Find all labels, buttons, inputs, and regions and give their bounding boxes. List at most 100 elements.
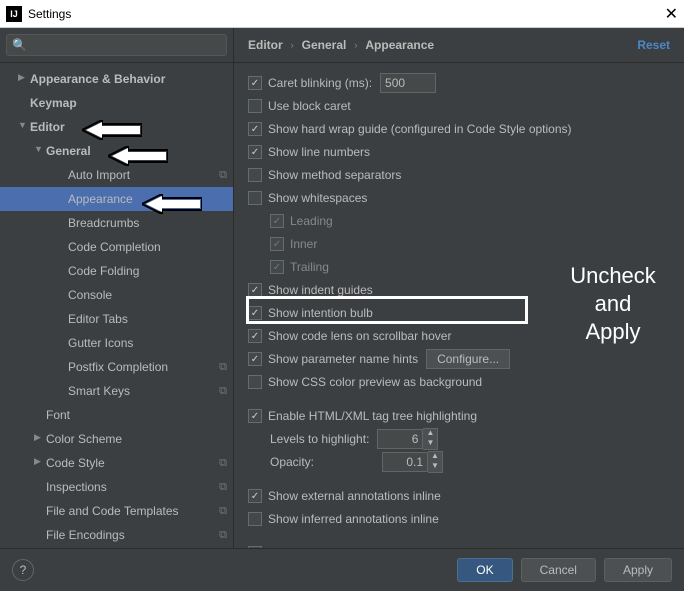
sidebar-item-label: File and Code Templates xyxy=(46,504,219,518)
parameter-hints-checkbox[interactable] xyxy=(248,352,262,366)
sidebar-item-label: Inspections xyxy=(46,480,219,494)
opacity-label: Opacity: xyxy=(270,455,314,469)
caret-blinking-input[interactable] xyxy=(380,73,436,93)
levels-down-icon[interactable]: ▼ xyxy=(423,439,437,449)
html-tag-tree-label: Enable HTML/XML tag tree highlighting xyxy=(268,409,477,423)
help-icon[interactable]: ? xyxy=(12,559,34,581)
sidebar-item-breadcrumbs[interactable]: Breadcrumbs xyxy=(0,211,233,235)
chevron-right-icon: › xyxy=(354,40,357,50)
inner-checkbox[interactable] xyxy=(270,237,284,251)
sidebar-item-label: Editor xyxy=(30,120,227,134)
indent-guides-label: Show indent guides xyxy=(268,283,373,297)
hard-wrap-checkbox[interactable] xyxy=(248,122,262,136)
code-lens-checkbox[interactable] xyxy=(248,329,262,343)
sidebar-item-label: Console xyxy=(68,288,227,302)
sidebar-item-postfix-completion[interactable]: Postfix Completion⧉ xyxy=(0,355,233,379)
sidebar-item-label: Font xyxy=(46,408,227,422)
sidebar-item-code-completion[interactable]: Code Completion xyxy=(0,235,233,259)
sidebar-item-general[interactable]: General xyxy=(0,139,233,163)
intention-bulb-label: Show intention bulb xyxy=(268,306,373,320)
sidebar-item-code-folding[interactable]: Code Folding xyxy=(0,259,233,283)
css-preview-checkbox[interactable] xyxy=(248,375,262,389)
sidebar-item-editor[interactable]: Editor xyxy=(0,115,233,139)
block-caret-label: Use block caret xyxy=(268,99,351,113)
tree-arrow-icon xyxy=(34,144,46,154)
search-icon: 🔍 xyxy=(12,38,27,52)
method-separators-checkbox[interactable] xyxy=(248,168,262,182)
sidebar-item-keymap[interactable]: Keymap xyxy=(0,91,233,115)
sidebar-item-label: Appearance xyxy=(68,192,227,206)
levels-input[interactable] xyxy=(377,429,423,449)
sidebar-item-label: Code Completion xyxy=(68,240,227,254)
configure-button[interactable]: Configure... xyxy=(426,349,510,369)
sidebar-item-file-encodings[interactable]: File Encodings⧉ xyxy=(0,523,233,547)
crumb-appearance[interactable]: Appearance xyxy=(365,38,434,52)
method-separators-label: Show method separators xyxy=(268,168,401,182)
content-panel: Editor › General › Appearance Reset Care… xyxy=(234,28,684,548)
caret-blinking-checkbox[interactable] xyxy=(248,76,262,90)
tree-arrow-icon xyxy=(18,120,30,130)
chain-call-label: Show chain call type hints xyxy=(268,546,406,548)
indent-guides-checkbox[interactable] xyxy=(248,283,262,297)
search-input[interactable] xyxy=(6,34,227,56)
intention-bulb-checkbox[interactable] xyxy=(248,306,262,320)
inferred-annotations-checkbox[interactable] xyxy=(248,512,262,526)
caret-blinking-label: Caret blinking (ms): xyxy=(268,76,372,90)
sidebar-item-auto-import[interactable]: Auto Import⧉ xyxy=(0,163,233,187)
sidebar-item-console[interactable]: Console xyxy=(0,283,233,307)
opacity-down-icon[interactable]: ▼ xyxy=(428,462,442,472)
apply-button[interactable]: Apply xyxy=(604,558,672,582)
sidebar-item-font[interactable]: Font xyxy=(0,403,233,427)
ok-button[interactable]: OK xyxy=(457,558,512,582)
sidebar-item-gutter-icons[interactable]: Gutter Icons xyxy=(0,331,233,355)
parameter-hints-label: Show parameter name hints xyxy=(268,352,418,366)
chain-call-checkbox[interactable] xyxy=(248,546,262,548)
reset-link[interactable]: Reset xyxy=(637,38,670,52)
leading-checkbox[interactable] xyxy=(270,214,284,228)
sidebar-item-label: Gutter Icons xyxy=(68,336,227,350)
sidebar-item-code-style[interactable]: Code Style⧉ xyxy=(0,451,233,475)
tree-arrow-icon xyxy=(34,456,46,467)
chevron-right-icon: › xyxy=(291,40,294,50)
sidebar-item-label: Smart Keys xyxy=(68,384,219,398)
sidebar-item-label: Keymap xyxy=(30,96,227,110)
sidebar-item-label: Postfix Completion xyxy=(68,360,219,374)
breadcrumb: Editor › General › Appearance Reset xyxy=(234,28,684,63)
leading-label: Leading xyxy=(290,214,333,228)
sidebar: 🔍 Appearance & Behavior Keymap Editor Gener… xyxy=(0,28,234,548)
project-scope-icon: ⧉ xyxy=(219,505,227,518)
tree-arrow-icon xyxy=(18,72,30,83)
project-scope-icon: ⧉ xyxy=(219,169,227,182)
project-scope-icon: ⧉ xyxy=(219,457,227,470)
html-tag-tree-checkbox[interactable] xyxy=(248,409,262,423)
crumb-general[interactable]: General xyxy=(302,38,347,52)
project-scope-icon: ⧉ xyxy=(219,529,227,542)
inner-label: Inner xyxy=(290,237,317,251)
sidebar-item-label: Breadcrumbs xyxy=(68,216,227,230)
crumb-editor[interactable]: Editor xyxy=(248,38,283,52)
close-icon[interactable]: ✕ xyxy=(665,4,678,24)
css-preview-label: Show CSS color preview as background xyxy=(268,375,482,389)
trailing-checkbox[interactable] xyxy=(270,260,284,274)
project-scope-icon: ⧉ xyxy=(219,481,227,494)
search-container: 🔍 xyxy=(0,28,233,63)
sidebar-item-appearance-behavior[interactable]: Appearance & Behavior xyxy=(0,67,233,91)
inferred-annotations-label: Show inferred annotations inline xyxy=(268,512,439,526)
project-scope-icon: ⧉ xyxy=(219,385,227,398)
sidebar-item-smart-keys[interactable]: Smart Keys⧉ xyxy=(0,379,233,403)
sidebar-item-color-scheme[interactable]: Color Scheme xyxy=(0,427,233,451)
cancel-button[interactable]: Cancel xyxy=(521,558,596,582)
sidebar-item-appearance[interactable]: Appearance xyxy=(0,187,233,211)
sidebar-item-label: Color Scheme xyxy=(46,432,227,446)
settings-tree: Appearance & Behavior Keymap Editor General… xyxy=(0,63,233,548)
sidebar-item-inspections[interactable]: Inspections⧉ xyxy=(0,475,233,499)
sidebar-item-file-and-code-templates[interactable]: File and Code Templates⧉ xyxy=(0,499,233,523)
sidebar-item-editor-tabs[interactable]: Editor Tabs xyxy=(0,307,233,331)
sidebar-item-label: File Encodings xyxy=(46,528,219,542)
block-caret-checkbox[interactable] xyxy=(248,99,262,113)
external-annotations-checkbox[interactable] xyxy=(248,489,262,503)
whitespaces-checkbox[interactable] xyxy=(248,191,262,205)
opacity-input[interactable] xyxy=(382,452,428,472)
tree-arrow-icon xyxy=(34,432,46,443)
line-numbers-checkbox[interactable] xyxy=(248,145,262,159)
